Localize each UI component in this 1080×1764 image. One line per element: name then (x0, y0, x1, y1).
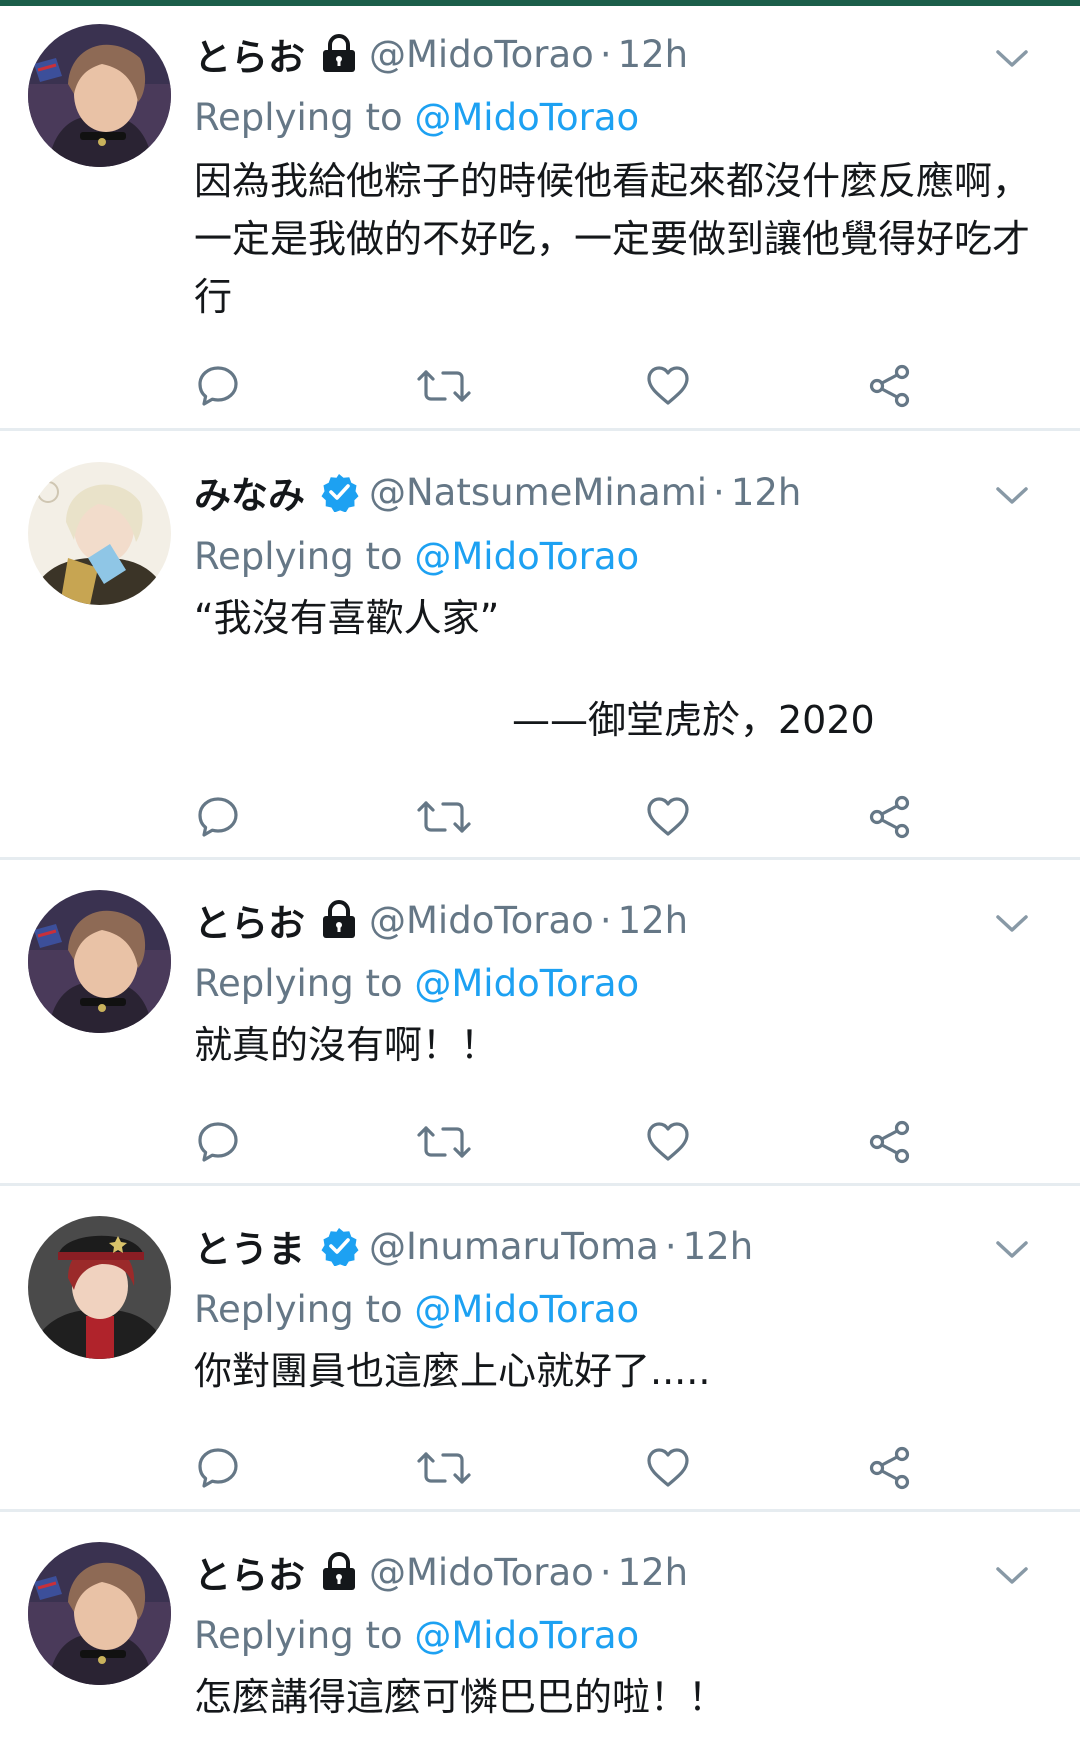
tweet-text: “我沒有喜歡人家” (194, 596, 500, 640)
separator-dot: · (664, 1224, 677, 1268)
replying-to-label: Replying to (194, 1614, 403, 1657)
timestamp[interactable]: 12h (731, 471, 802, 514)
lock-icon (319, 34, 359, 74)
separator-dot: · (599, 1550, 612, 1594)
share-icon[interactable] (866, 1444, 914, 1492)
tweet-text: 就真的沒有啊！！ (194, 1023, 499, 1067)
chevron-down-icon[interactable] (992, 1555, 1032, 1595)
tweet-header: とらお @MidoTorao · 12h (194, 1544, 990, 1600)
retweet-icon[interactable] (416, 362, 472, 410)
mention-link[interactable]: @MidoTorao (414, 962, 639, 1005)
tweet-text: 因為我給他粽子的時候他看起來都沒什麼反應啊， 一定是我做的不好吃，一定要做到讓他… (194, 159, 1031, 319)
like-icon[interactable] (644, 1118, 692, 1166)
mention-link[interactable]: @MidoTorao (414, 535, 639, 578)
mention-link[interactable]: @MidoTorao (414, 1288, 639, 1331)
tweet-card[interactable]: とらお @MidoTorao · 12h Replying to @MidoTo… (0, 1512, 1080, 1764)
tweet-text: 怎麼講得這麼可憐巴巴的啦！！ (194, 1675, 727, 1719)
share-icon[interactable] (866, 362, 914, 410)
reply-icon[interactable] (194, 1444, 242, 1492)
tweet-actions (194, 362, 954, 410)
reply-icon[interactable] (194, 362, 242, 410)
avatar[interactable] (28, 462, 171, 605)
verified-icon (319, 472, 359, 512)
tweet-card[interactable]: みなみ @NatsumeMinami · 12h Replying to @Mi… (0, 431, 1080, 860)
replying-to-label: Replying to (194, 1288, 403, 1331)
replying-to: Replying to @MidoTorao (194, 92, 639, 144)
display-name[interactable]: みなみ (194, 465, 305, 519)
tweet-actions (194, 1118, 954, 1166)
chevron-down-icon[interactable] (992, 475, 1032, 515)
tweet-header: とうま @InumaruToma · 12h (194, 1218, 990, 1274)
verified-icon (319, 1226, 359, 1266)
user-handle[interactable]: @InumaruToma (369, 1225, 659, 1268)
tweet-signature: ——御堂虎於，2020 (512, 698, 875, 742)
replying-to-label: Replying to (194, 96, 403, 139)
tweet-header: みなみ @NatsumeMinami · 12h (194, 464, 990, 520)
chevron-down-icon[interactable] (992, 903, 1032, 943)
chevron-down-icon[interactable] (992, 38, 1032, 78)
replying-to: Replying to @MidoTorao (194, 958, 639, 1010)
timestamp[interactable]: 12h (618, 899, 689, 942)
separator-dot: · (599, 898, 612, 942)
replying-to: Replying to @MidoTorao (194, 531, 639, 583)
replying-to: Replying to @MidoTorao (194, 1610, 639, 1662)
replying-to-label: Replying to (194, 962, 403, 1005)
share-icon[interactable] (866, 1118, 914, 1166)
display-name[interactable]: とらお (194, 27, 305, 81)
reply-icon[interactable] (194, 793, 242, 841)
retweet-icon[interactable] (416, 1118, 472, 1166)
tweet-header: とらお @MidoTorao · 12h (194, 26, 990, 82)
tweet-header: とらお @MidoTorao · 12h (194, 892, 990, 948)
tweet-card[interactable]: とらお @MidoTorao · 12h Replying to @MidoTo… (0, 860, 1080, 1186)
avatar[interactable] (28, 1542, 171, 1685)
tweet-card[interactable]: とうま @InumaruToma · 12h Replying to @Mido… (0, 1186, 1080, 1512)
display-name[interactable]: とらお (194, 893, 305, 947)
reply-icon[interactable] (194, 1118, 242, 1166)
separator-dot: · (713, 470, 725, 514)
avatar[interactable] (28, 1216, 171, 1359)
like-icon[interactable] (644, 362, 692, 410)
mention-link[interactable]: @MidoTorao (414, 96, 639, 139)
chevron-down-icon[interactable] (992, 1229, 1032, 1269)
timestamp[interactable]: 12h (618, 33, 689, 76)
avatar[interactable] (28, 890, 171, 1033)
mention-link[interactable]: @MidoTorao (414, 1614, 639, 1657)
tweet-actions (194, 1444, 954, 1492)
display-name[interactable]: とらお (194, 1545, 305, 1599)
timestamp[interactable]: 12h (683, 1225, 754, 1268)
lock-icon (319, 900, 359, 940)
tweet-actions (194, 793, 954, 841)
like-icon[interactable] (644, 793, 692, 841)
user-handle[interactable]: @MidoTorao (369, 899, 594, 942)
tweet-text: 你對團員也這麼上心就好了..... (194, 1349, 711, 1393)
lock-icon (319, 1552, 359, 1592)
retweet-icon[interactable] (416, 793, 472, 841)
replying-to-label: Replying to (194, 535, 403, 578)
user-handle[interactable]: @NatsumeMinami (369, 471, 707, 514)
avatar[interactable] (28, 24, 171, 167)
tweet-card[interactable]: とらお @MidoTorao · 12h Replying to @MidoTo… (0, 6, 1080, 431)
user-handle[interactable]: @MidoTorao (369, 1551, 594, 1594)
display-name[interactable]: とうま (194, 1219, 305, 1273)
user-handle[interactable]: @MidoTorao (369, 33, 594, 76)
separator-dot: · (599, 32, 612, 76)
share-icon[interactable] (866, 793, 914, 841)
timestamp[interactable]: 12h (618, 1551, 689, 1594)
like-icon[interactable] (644, 1444, 692, 1492)
retweet-icon[interactable] (416, 1444, 472, 1492)
replying-to: Replying to @MidoTorao (194, 1284, 639, 1336)
